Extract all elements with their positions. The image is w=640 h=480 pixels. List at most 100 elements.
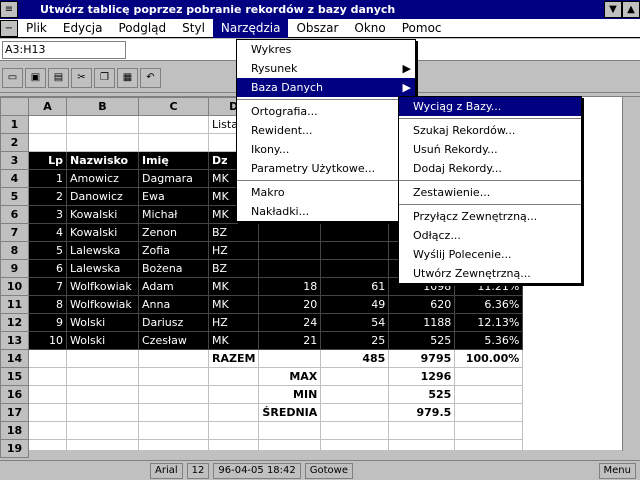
cell-f16[interactable] <box>320 385 390 404</box>
cell-d11[interactable]: MK <box>207 295 260 314</box>
cell-b18[interactable] <box>66 421 139 440</box>
menu-obszar[interactable]: Obszar <box>288 19 346 38</box>
menu-pomoc[interactable]: Pomoc <box>394 19 450 38</box>
menu-styl[interactable]: Styl <box>174 19 213 38</box>
cell-c10[interactable]: Adam <box>138 277 209 296</box>
minimize-icon[interactable]: ▼ <box>604 1 622 18</box>
cell-e14[interactable] <box>258 349 322 368</box>
row-header[interactable]: 2 <box>0 133 29 152</box>
cell-f7[interactable] <box>320 223 390 242</box>
row-header[interactable]: 11 <box>0 295 29 314</box>
undo-icon[interactable]: ↶ <box>140 67 161 88</box>
cell-c7[interactable]: Zenon <box>138 223 209 242</box>
cell-a1[interactable] <box>28 115 67 134</box>
row-header[interactable]: 14 <box>0 349 29 368</box>
row-header[interactable]: 5 <box>0 187 29 206</box>
cell-h19[interactable] <box>454 439 524 458</box>
cell-h17[interactable] <box>454 403 524 422</box>
cell-e12[interactable]: 24 <box>258 313 322 332</box>
row-header[interactable]: 7 <box>0 223 29 242</box>
cell-a14[interactable] <box>28 349 67 368</box>
cell-f14[interactable]: 485 <box>320 349 390 368</box>
cell-h16[interactable] <box>454 385 524 404</box>
submenu-item-wyciag[interactable]: Wyciąg z Bazy... <box>399 97 581 116</box>
menu-plik[interactable]: Plik <box>18 19 55 38</box>
cell-c3[interactable]: Imię <box>138 151 209 170</box>
cell-e9[interactable] <box>258 259 322 278</box>
row-header[interactable]: 16 <box>0 385 29 404</box>
row-header[interactable]: 8 <box>0 241 29 260</box>
cell-e11[interactable]: 20 <box>258 295 322 314</box>
cell-c17[interactable] <box>138 403 209 422</box>
menu-item-makro[interactable]: Makro <box>237 183 415 202</box>
row-header[interactable]: 6 <box>0 205 29 224</box>
cell-h12[interactable]: 12.13% <box>454 313 524 332</box>
cell-c18[interactable] <box>138 421 209 440</box>
cell-h18[interactable] <box>454 421 524 440</box>
cell-h13[interactable]: 5.36% <box>454 331 524 350</box>
cell-h15[interactable] <box>454 367 524 386</box>
cell-a18[interactable] <box>28 421 67 440</box>
cell-b13[interactable]: Wolski <box>66 331 139 350</box>
cell-e18[interactable] <box>258 421 322 440</box>
cell-e8[interactable] <box>258 241 322 260</box>
cell-d15[interactable] <box>207 367 260 386</box>
doc-system-menu-icon[interactable]: − <box>0 19 18 37</box>
row-header[interactable]: 1 <box>0 115 29 134</box>
cell-f13[interactable]: 25 <box>320 331 390 350</box>
menu-edycja[interactable]: Edycja <box>55 19 111 38</box>
cell-b17[interactable] <box>66 403 139 422</box>
cell-b14[interactable] <box>66 349 139 368</box>
menu-podglad[interactable]: Podgląd <box>110 19 174 38</box>
menu-item-wykres[interactable]: Wykres <box>237 40 415 59</box>
row-header[interactable]: 10 <box>0 277 29 296</box>
cell-d19[interactable] <box>207 439 260 458</box>
row-header[interactable]: 18 <box>0 421 29 440</box>
cell-e17[interactable]: ŚREDNIA <box>258 403 322 422</box>
cell-f9[interactable] <box>320 259 390 278</box>
row-header[interactable]: 3 <box>0 151 29 170</box>
cell-c8[interactable]: Zofia <box>138 241 209 260</box>
cell-b15[interactable] <box>66 367 139 386</box>
cell-c6[interactable]: Michał <box>138 205 209 224</box>
cell-a4[interactable]: 1 <box>28 169 67 188</box>
cell-g17[interactable]: 979.5 <box>388 403 456 422</box>
cell-c2[interactable] <box>138 133 209 152</box>
cell-g16[interactable]: 525 <box>388 385 456 404</box>
cell-c1[interactable] <box>138 115 209 134</box>
vertical-scrollbar[interactable] <box>622 97 640 451</box>
cell-b12[interactable]: Wolski <box>66 313 139 332</box>
cell-a12[interactable]: 9 <box>28 313 67 332</box>
submenu-item-wyslij[interactable]: Wyślij Polecenie... <box>399 245 581 264</box>
paste-icon[interactable]: ▦ <box>117 67 138 88</box>
cell-a16[interactable] <box>28 385 67 404</box>
submenu-item-utworz[interactable]: Utwórz Zewnętrzną... <box>399 264 581 283</box>
cell-f11[interactable]: 49 <box>320 295 390 314</box>
cell-f10[interactable]: 61 <box>320 277 390 296</box>
cell-a2[interactable] <box>28 133 67 152</box>
cell-b9[interactable]: Lalewska <box>66 259 139 278</box>
menu-item-ortografia[interactable]: Ortografia... <box>237 102 415 121</box>
cell-g11[interactable]: 620 <box>388 295 456 314</box>
cell-c11[interactable]: Anna <box>138 295 209 314</box>
row-header[interactable]: 17 <box>0 403 29 422</box>
row-header[interactable]: 19 <box>0 439 29 458</box>
cell-e19[interactable] <box>258 439 322 458</box>
cell-d14[interactable]: RAZEM <box>207 349 260 368</box>
cell-b19[interactable] <box>66 439 139 458</box>
cell-d9[interactable]: BZ <box>207 259 260 278</box>
cell-g12[interactable]: 1188 <box>388 313 456 332</box>
row-header[interactable]: 12 <box>0 313 29 332</box>
cell-e16[interactable]: MIN <box>258 385 322 404</box>
cell-f8[interactable] <box>320 241 390 260</box>
menu-item-baza-danych[interactable]: Baza Danych ▶ <box>237 78 415 97</box>
cell-c4[interactable]: Dagmara <box>138 169 209 188</box>
cell-g14[interactable]: 9795 <box>388 349 456 368</box>
cell-d13[interactable]: MK <box>207 331 260 350</box>
menu-item-nakladki[interactable]: Nakładki... <box>237 202 415 221</box>
cell-b3[interactable]: Nazwisko <box>66 151 139 170</box>
cell-g15[interactable]: 1296 <box>388 367 456 386</box>
cell-a3[interactable]: Lp <box>28 151 67 170</box>
print-icon[interactable]: ▤ <box>48 67 69 88</box>
cell-f19[interactable] <box>320 439 390 458</box>
